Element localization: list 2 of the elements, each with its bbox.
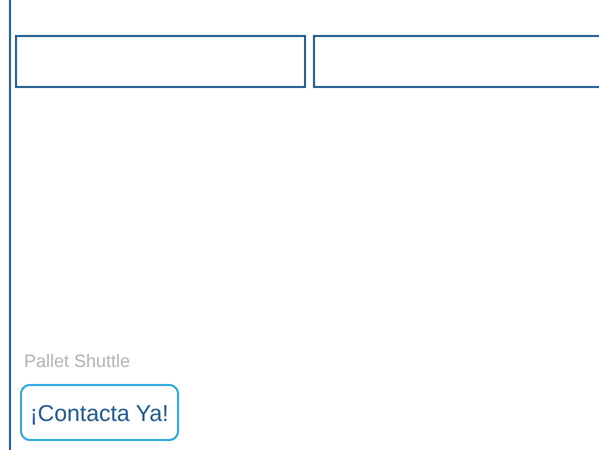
caption: Pallet Shuttle: [24, 350, 130, 372]
contact-button[interactable]: ¡Contacta Ya!: [20, 384, 179, 441]
